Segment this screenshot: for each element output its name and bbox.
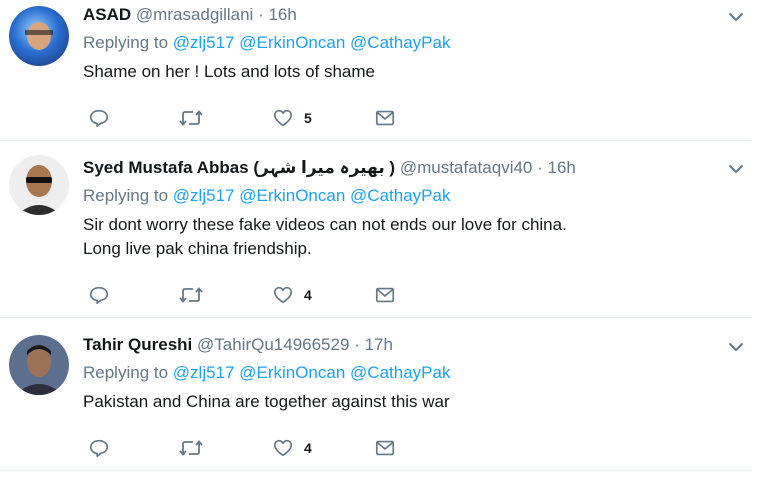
retweet-button[interactable] [178, 437, 204, 459]
separator-dot: · [354, 335, 360, 354]
reply-icon [89, 286, 109, 305]
avatar-photo-icon [25, 22, 53, 50]
tweet-actions: 4 [88, 436, 396, 460]
mention-link[interactable]: @zlj517 [173, 186, 235, 205]
like-button[interactable]: 4 [272, 284, 324, 306]
chevron-down-icon[interactable] [727, 8, 745, 26]
separator-dot: · [258, 5, 264, 24]
tweet-header: Syed Mustafa Abbas (بھیرہ میرا شہر ) @mu… [83, 157, 739, 179]
direct-message-button[interactable] [374, 284, 396, 306]
reply-button[interactable] [88, 107, 110, 129]
display-name[interactable]: ASAD [83, 5, 131, 24]
tweet-text-line: Sir dont worry these fake videos can not… [83, 215, 567, 234]
tweet-text: Pakistan and China are together against … [83, 390, 739, 414]
mention-link[interactable]: @CathayPak [350, 33, 450, 52]
avatar[interactable] [9, 155, 69, 215]
like-button[interactable]: 4 [272, 437, 324, 459]
mention-link[interactable]: @zlj517 [173, 33, 235, 52]
tweet-actions: 5 [88, 106, 396, 130]
envelope-icon [375, 287, 395, 303]
replying-to: Replying to @zlj517 @ErkinOncan @CathayP… [83, 362, 739, 384]
tweet-text: Shame on her ! Lots and lots of shame [83, 60, 739, 84]
replying-label: Replying to [83, 363, 169, 382]
tweet-header: Tahir Qureshi @TahirQu14966529 · 17h [83, 334, 739, 356]
timestamp[interactable]: 16h [268, 5, 296, 24]
retweet-icon [179, 287, 203, 303]
like-count: 4 [304, 287, 312, 303]
tweet-text-line: Long live pak china friendship. [83, 239, 312, 258]
timestamp[interactable]: 16h [548, 158, 576, 177]
reply-icon [89, 439, 109, 458]
retweet-icon [179, 440, 203, 456]
heart-icon [273, 286, 293, 304]
replying-to: Replying to @zlj517 @ErkinOncan @CathayP… [83, 32, 739, 54]
mention-link[interactable]: @ErkinOncan [239, 186, 345, 205]
tweet-content: Syed Mustafa Abbas (بھیرہ میرا شہر ) @mu… [83, 157, 739, 261]
mention-link[interactable]: @ErkinOncan [239, 33, 345, 52]
tweet-content: ASAD @mrasadgillani · 16h Replying to @z… [83, 4, 739, 84]
tweet-content: Tahir Qureshi @TahirQu14966529 · 17h Rep… [83, 334, 739, 414]
tweet-text-line: Shame on her ! Lots and lots of shame [83, 62, 376, 81]
retweet-icon [179, 110, 203, 126]
reply-button[interactable] [88, 284, 110, 306]
user-handle[interactable]: @mrasadgillani [136, 5, 253, 24]
retweet-button[interactable] [178, 284, 204, 306]
retweet-button[interactable] [178, 107, 204, 129]
replying-label: Replying to [83, 186, 169, 205]
avatar[interactable] [9, 6, 69, 66]
tweet-text: Sir dont worry these fake videos can not… [83, 213, 739, 261]
direct-message-button[interactable] [374, 107, 396, 129]
display-name[interactable]: Tahir Qureshi [83, 335, 192, 354]
direct-message-button[interactable] [374, 437, 396, 459]
like-count: 4 [304, 440, 312, 456]
avatar-photo-icon [17, 165, 61, 215]
envelope-icon [375, 110, 395, 126]
reply-icon [89, 109, 109, 128]
avatar[interactable] [9, 335, 69, 395]
replying-to: Replying to @zlj517 @ErkinOncan @CathayP… [83, 185, 739, 207]
chevron-down-icon[interactable] [727, 338, 745, 356]
tweet-text-line: Pakistan and China are together against … [83, 392, 450, 411]
mention-link[interactable]: @CathayPak [350, 363, 450, 382]
mention-link[interactable]: @ErkinOncan [239, 363, 345, 382]
envelope-icon [375, 440, 395, 456]
user-handle[interactable]: @mustafataqvi40 [400, 158, 533, 177]
user-handle[interactable]: @TahirQu14966529 [197, 335, 349, 354]
avatar-photo-icon [15, 345, 63, 395]
like-button[interactable]: 5 [272, 107, 324, 129]
tweet-actions: 4 [88, 283, 396, 307]
timestamp[interactable]: 17h [365, 335, 393, 354]
mention-link[interactable]: @CathayPak [350, 186, 450, 205]
mention-link[interactable]: @zlj517 [173, 363, 235, 382]
replying-label: Replying to [83, 33, 169, 52]
heart-icon [273, 109, 293, 127]
display-name-suffix[interactable]: (بھیرہ میرا شہر ) [253, 158, 395, 177]
display-name[interactable]: Syed Mustafa Abbas [83, 158, 249, 177]
tweet-header: ASAD @mrasadgillani · 16h [83, 4, 739, 26]
separator-dot: · [537, 158, 543, 177]
like-count: 5 [304, 110, 312, 126]
chevron-down-icon[interactable] [727, 160, 745, 178]
heart-icon [273, 439, 293, 457]
reply-button[interactable] [88, 437, 110, 459]
